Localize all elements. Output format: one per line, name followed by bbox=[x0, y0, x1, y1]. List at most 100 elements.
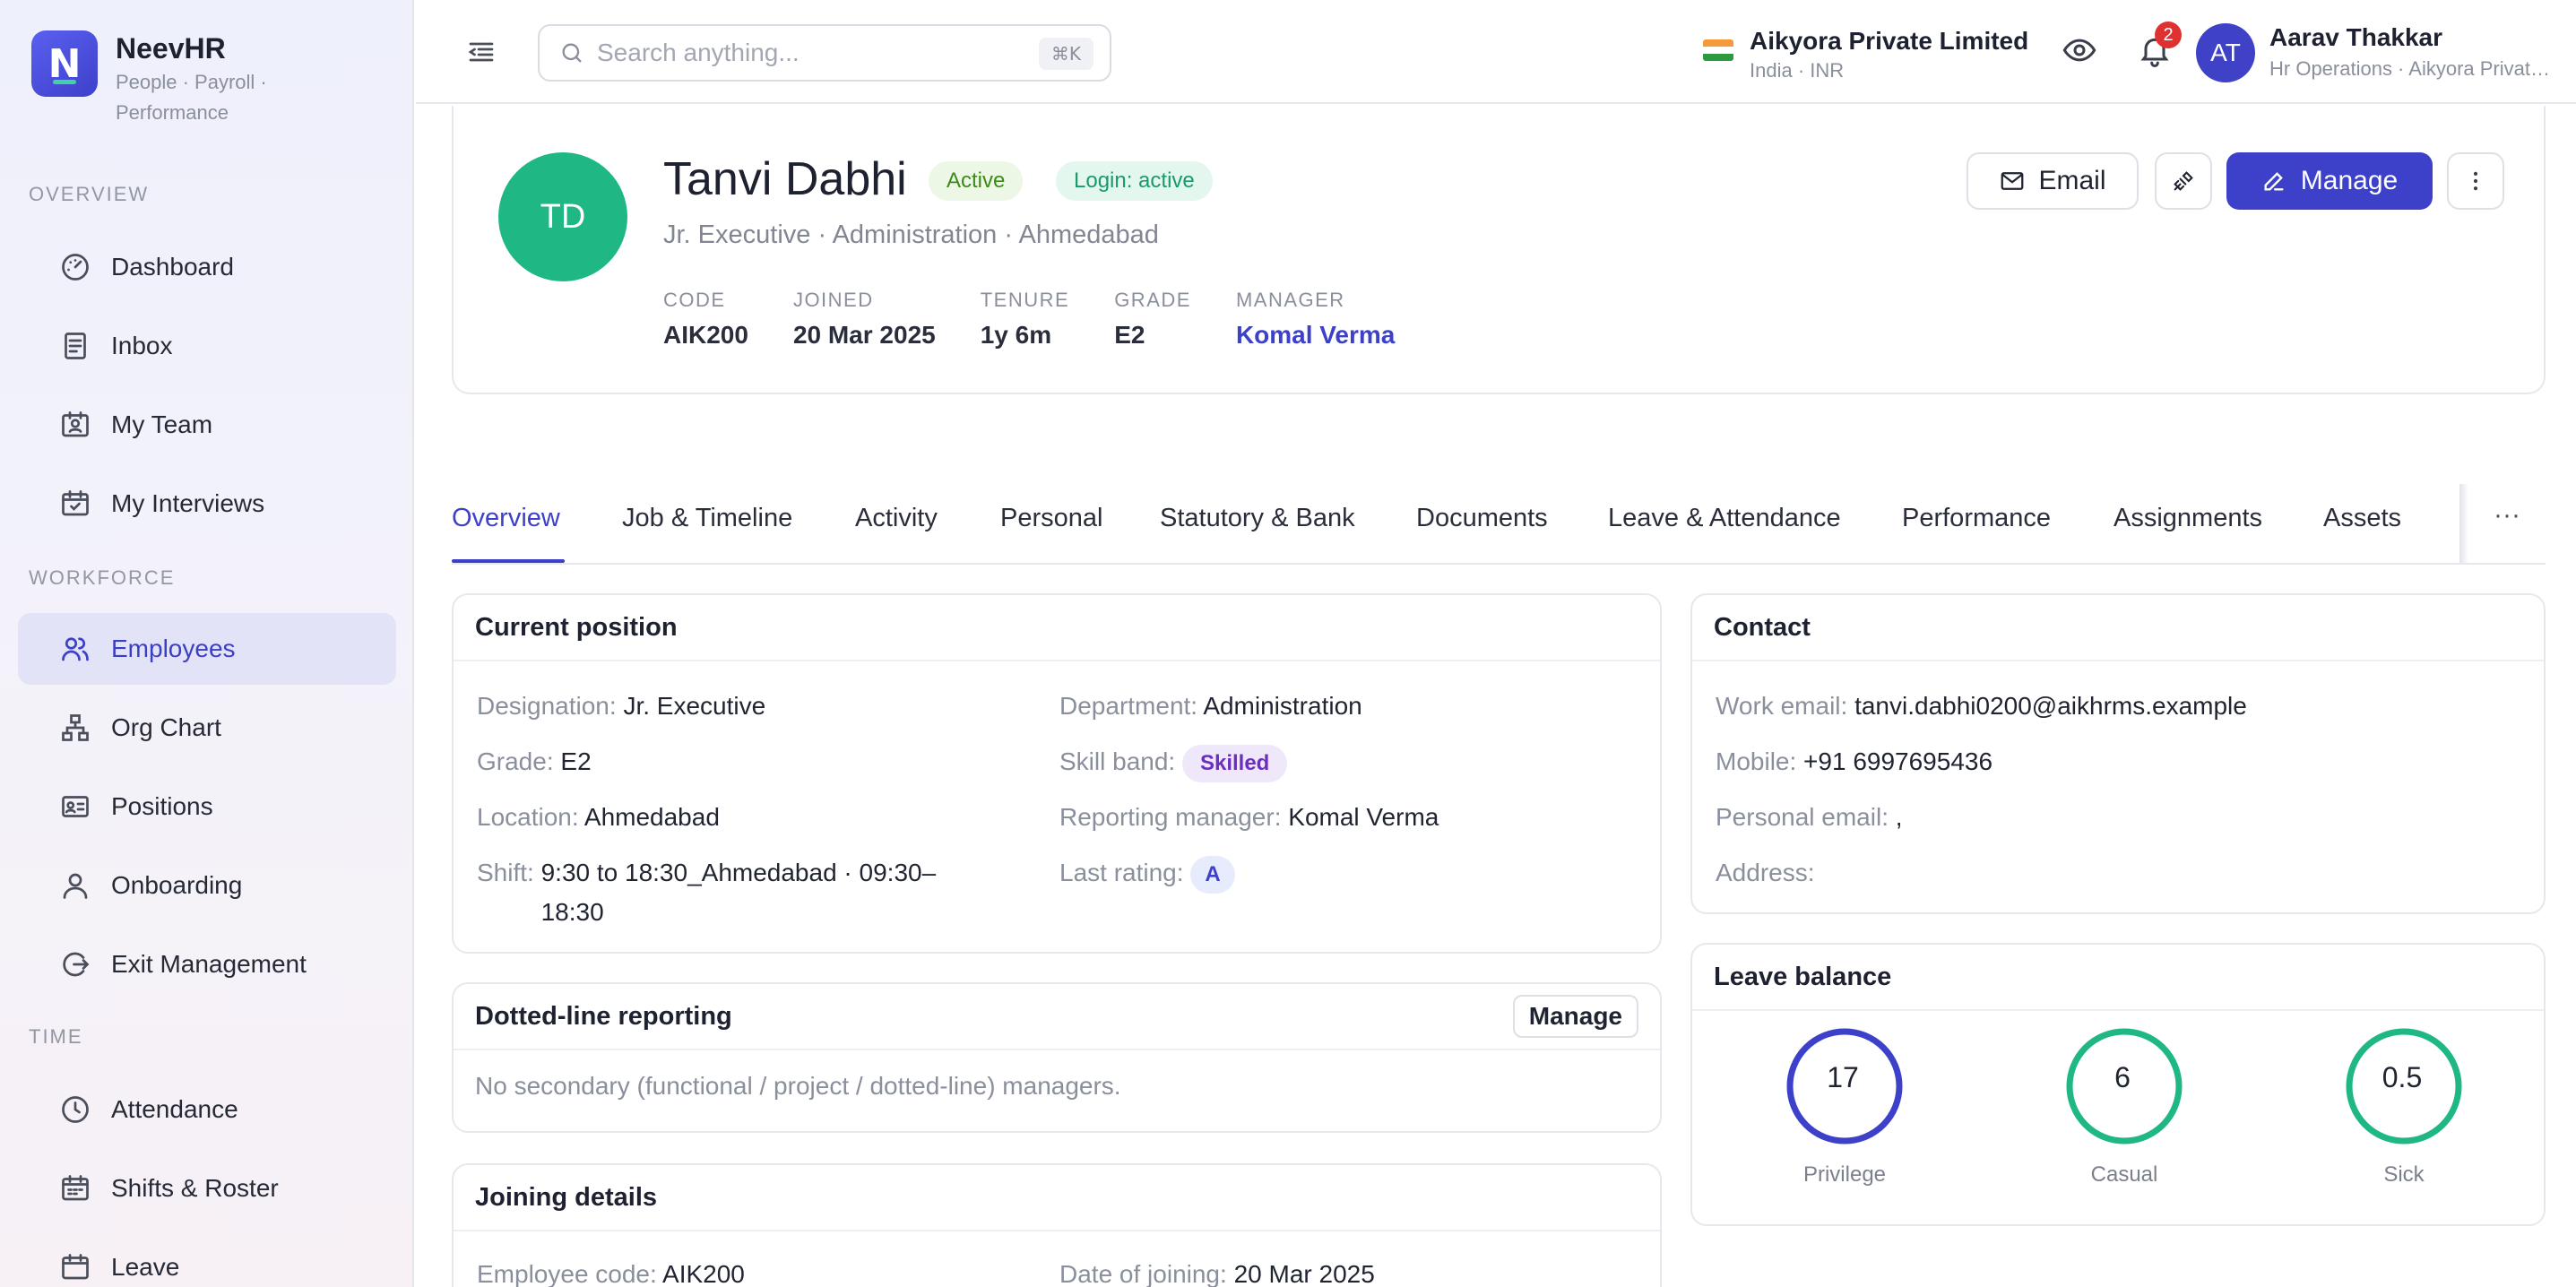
tab-job-timeline[interactable]: Job & Timeline bbox=[622, 504, 792, 533]
sidebar: N NeevHR People · Payroll · Performance … bbox=[0, 0, 414, 1287]
tab-statutory-bank[interactable]: Statutory & Bank bbox=[1160, 504, 1355, 533]
stat-label: MANAGER bbox=[1235, 289, 1345, 311]
stat-tenure: TENURE 1y 6m bbox=[981, 289, 1069, 350]
card-title: Joining details bbox=[454, 1165, 1660, 1231]
profile-tabs: Overview Job & Timeline Activity Persona… bbox=[452, 484, 2546, 565]
sidebar-item-positions[interactable]: Positions bbox=[18, 771, 396, 842]
field-value[interactable]: +91 6997695436 bbox=[1803, 747, 1993, 775]
manage-dotted-line-button[interactable]: Manage bbox=[1512, 995, 1638, 1038]
sidebar-item-leave[interactable]: Leave bbox=[18, 1231, 396, 1287]
card-title: Leave balance bbox=[1692, 945, 2544, 1011]
stat-manager: MANAGER Komal Verma bbox=[1236, 289, 1395, 350]
field-value-continued: 18:30 bbox=[540, 898, 604, 926]
team-icon bbox=[62, 411, 89, 437]
field-value: 9:30 to 18:30_Ahmedabad · 09:30– bbox=[540, 859, 937, 886]
stat-joined: JOINED 20 Mar 2025 bbox=[793, 289, 936, 350]
user-menu[interactable]: Aarav Thakkar Hr Operations · Aikyora Pr… bbox=[2269, 23, 2556, 81]
field-label: Work email bbox=[1716, 692, 1841, 720]
sidebar-item-label: Onboarding bbox=[111, 871, 243, 899]
india-flag-icon bbox=[1703, 39, 1733, 61]
work-email-field: Work email: tanvi.dabhi0200@aikhrms.exam… bbox=[1716, 692, 2247, 720]
calendar-icon bbox=[62, 1254, 89, 1280]
user-icon bbox=[63, 873, 88, 899]
field-value: Jr. Executive bbox=[623, 692, 766, 720]
status-badge: Active bbox=[929, 161, 1024, 201]
leave-ring-sick: 0.5 Sick bbox=[2341, 1025, 2467, 1188]
tab-activity[interactable]: Activity bbox=[855, 504, 938, 533]
sidebar-item-label: My Team bbox=[111, 410, 213, 438]
tab-documents[interactable]: Documents bbox=[1416, 504, 1548, 533]
stat-label: CODE bbox=[663, 289, 726, 311]
leave-balance-value: 17 bbox=[1827, 1061, 1859, 1093]
mail-icon bbox=[2001, 172, 2024, 190]
tab-performance[interactable]: Performance bbox=[1902, 504, 2051, 533]
leave-ring-privilege: 17 Privilege bbox=[1782, 1025, 1907, 1188]
sidebar-item-my-interviews[interactable]: My Interviews bbox=[18, 468, 396, 540]
search-box[interactable]: ⌘K bbox=[538, 24, 1111, 82]
tab-leave-attendance[interactable]: Leave & Attendance bbox=[1608, 504, 1841, 533]
login-status-badge: Login: active bbox=[1056, 161, 1213, 201]
skill-band-badge: Skilled bbox=[1181, 745, 1288, 782]
manage-button[interactable]: Manage bbox=[2226, 152, 2433, 210]
field-value[interactable]: tanvi.dabhi0200@aikhrms.example bbox=[1854, 692, 2247, 720]
card-title: Current position bbox=[454, 595, 1660, 661]
employee-stats: CODE AIK200 JOINED 20 Mar 2025 TENURE 1y 6m… bbox=[663, 289, 1439, 350]
sidebar-item-employees[interactable]: Employees bbox=[18, 613, 396, 685]
org-switcher[interactable]: Aikyora Private Limited India · INR bbox=[1703, 27, 2028, 82]
brand-logo-icon: N bbox=[31, 30, 98, 97]
tab-overview[interactable]: Overview bbox=[452, 504, 560, 533]
field-label: Date of joining bbox=[1059, 1260, 1221, 1287]
field-label: Department bbox=[1059, 692, 1191, 720]
leave-ring-casual: 6 Casual bbox=[2062, 1025, 2187, 1188]
field-label: Mobile bbox=[1716, 747, 1790, 775]
sidebar-item-attendance[interactable]: Attendance bbox=[18, 1074, 396, 1145]
search-input[interactable] bbox=[597, 39, 991, 67]
field-value: Ahmedabad bbox=[583, 803, 720, 831]
tab-personal[interactable]: Personal bbox=[1000, 504, 1102, 533]
skill-band-field: Skill band: Skilled bbox=[1059, 742, 1288, 782]
field-label: Skill band bbox=[1059, 747, 1169, 775]
employee-code-field: Employee code: AIK200 bbox=[477, 1260, 745, 1287]
shift-field: Shift: 9:30 to 18:30_Ahmedabad · 09:30– 1… bbox=[477, 853, 936, 932]
sidebar-item-shifts-roster[interactable]: Shifts & Roster bbox=[18, 1153, 396, 1224]
stat-value: E2 bbox=[1114, 321, 1145, 349]
field-label: Last rating bbox=[1059, 859, 1177, 886]
card-title: Dotted-line reporting Manage bbox=[454, 984, 1660, 1050]
field-label: Grade bbox=[477, 747, 547, 775]
user-avatar[interactable]: AT bbox=[2196, 23, 2255, 82]
sidebar-item-onboarding[interactable]: Onboarding bbox=[18, 850, 396, 921]
eye-icon[interactable] bbox=[2062, 32, 2097, 68]
tab-overflow-button[interactable]: ··· bbox=[2494, 500, 2520, 531]
dotted-line-reporting-card: Dotted-line reporting Manage No secondar… bbox=[452, 982, 1662, 1133]
gauge-icon bbox=[62, 254, 89, 281]
email-button-label: Email bbox=[2038, 166, 2106, 195]
more-actions-button[interactable] bbox=[2447, 152, 2504, 210]
stat-grade: GRADE E2 bbox=[1114, 289, 1191, 350]
stat-value: 20 Mar 2025 bbox=[792, 321, 936, 349]
calendar-check-icon bbox=[62, 490, 89, 516]
employee-header-card: TD Tanvi Dabhi Active Login: active Jr. … bbox=[452, 106, 2546, 394]
sidebar-item-org-chart[interactable]: Org Chart bbox=[18, 692, 396, 764]
sidebar-item-my-team[interactable]: My Team bbox=[18, 389, 396, 461]
stat-value: 1y 6m bbox=[980, 321, 1052, 349]
sidebar-item-label: Org Chart bbox=[111, 713, 221, 741]
search-shortcut-hint: ⌘K bbox=[1038, 38, 1094, 70]
department-field: Department: Administration bbox=[1059, 692, 1362, 720]
tab-assignments[interactable]: Assignments bbox=[2114, 504, 2262, 533]
brand[interactable]: N NeevHR People · Payroll · Performance bbox=[31, 30, 286, 128]
sidebar-item-dashboard[interactable]: Dashboard bbox=[18, 231, 396, 303]
inbox-icon bbox=[65, 333, 86, 359]
manager-link[interactable]: Komal Verma bbox=[1236, 321, 1395, 350]
tab-assets[interactable]: Assets bbox=[2323, 504, 2401, 533]
card-title: Contact bbox=[1692, 595, 2544, 661]
leave-balance-value: 0.5 bbox=[2382, 1061, 2423, 1093]
brand-subtitle: People · Payroll · Performance bbox=[116, 71, 267, 124]
org-chart-icon bbox=[62, 714, 89, 741]
sidebar-item-inbox[interactable]: Inbox bbox=[18, 310, 396, 382]
call-button[interactable] bbox=[2155, 152, 2212, 210]
sidebar-item-label: Inbox bbox=[111, 332, 173, 359]
sidebar-toggle-icon[interactable] bbox=[465, 36, 497, 68]
email-button[interactable]: Email bbox=[1967, 152, 2139, 210]
clock-icon bbox=[62, 1096, 89, 1123]
sidebar-item-exit-management[interactable]: Exit Management bbox=[18, 929, 396, 1000]
